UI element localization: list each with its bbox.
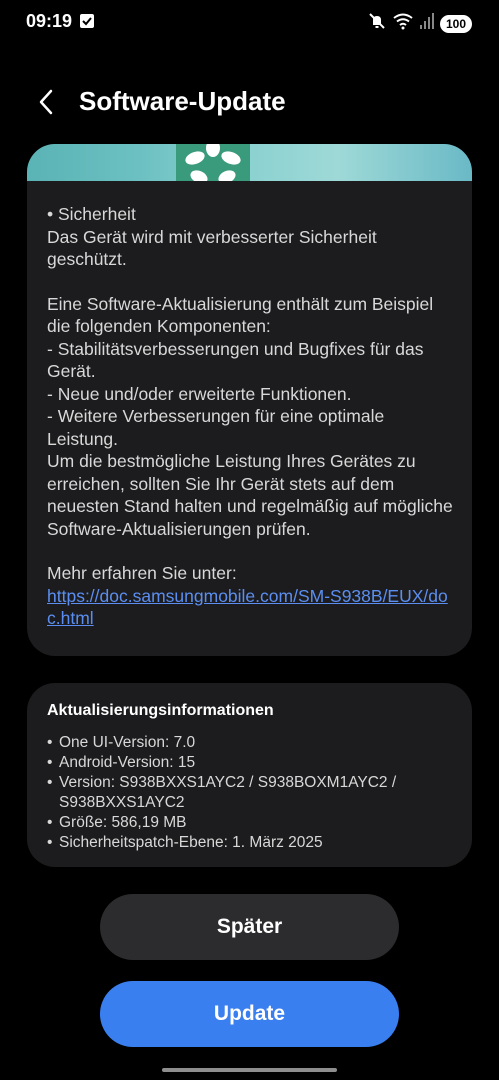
checkbox-icon [80, 14, 94, 28]
wifi-icon [392, 12, 414, 35]
documentation-link[interactable]: https://doc.samsungmobile.com/SM-S938B/E… [47, 586, 448, 629]
back-button[interactable] [28, 84, 64, 120]
status-icons: 100 [368, 12, 472, 35]
chevron-left-icon [39, 89, 53, 115]
info-item-ui-version: One UI-Version: 7.0 [47, 733, 457, 753]
changelog-item: - Weitere Verbesserungen für eine optima… [47, 406, 385, 449]
security-text: Das Gerät wird mit verbesserter Sicherhe… [47, 226, 377, 270]
signal-icon [419, 13, 434, 34]
battery-indicator: 100 [439, 14, 472, 33]
status-bar: 09:19 100 [0, 0, 499, 44]
mute-icon [368, 12, 386, 35]
update-info-card: Aktualisierungsinformationen One UI-Vers… [27, 683, 472, 867]
update-info-title: Aktualisierungsinformationen [47, 702, 274, 719]
changelog-item: - Stabilitätsverbesserungen und Bugfixes… [47, 338, 424, 382]
security-heading: • Sicherheit [47, 204, 136, 224]
status-time: 09:19 [26, 11, 73, 31]
page-title: Software-Update [79, 86, 286, 116]
info-item-android-version: Android-Version: 15 [47, 753, 457, 773]
header: Software-Update [0, 78, 499, 128]
components-text: Eine Software-Aktualisierung enthält zum… [47, 293, 434, 337]
more-info-label: Mehr erfahren Sie unter: [47, 563, 237, 583]
home-indicator[interactable] [162, 1068, 337, 1072]
info-item-build-version: Version: S938BXXS1AYC2 / S938BOXM1AYC2 /… [47, 773, 457, 813]
later-button[interactable]: Später [100, 894, 399, 960]
update-info-list: One UI-Version: 7.0 Android-Version: 15 … [47, 733, 457, 853]
update-button[interactable]: Update [100, 981, 399, 1047]
update-banner-image [27, 144, 472, 181]
changelog-card: • Sicherheit Das Gerät wird mit verbesse… [27, 144, 472, 656]
info-item-size: Größe: 586,19 MB [47, 813, 457, 833]
advice-text: Um die bestmögliche Leistung Ihres Gerät… [47, 451, 453, 539]
flower-illustration [185, 144, 241, 181]
changelog-text: • Sicherheit Das Gerät wird mit verbesse… [47, 203, 457, 630]
changelog-item: - Neue und/oder erweiterte Funktionen. [47, 383, 352, 404]
info-item-security-patch: Sicherheitspatch-Ebene: 1. März 2025 [47, 833, 457, 853]
